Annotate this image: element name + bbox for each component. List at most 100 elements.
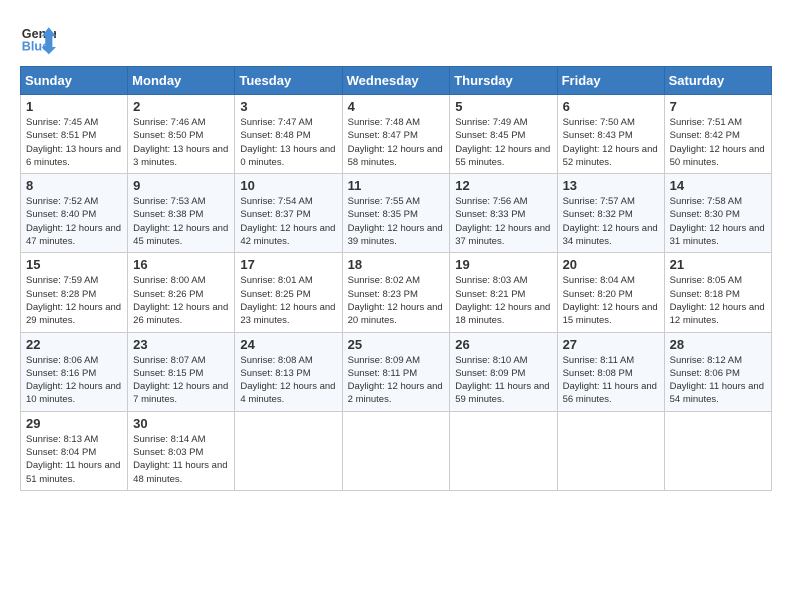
calendar-table: SundayMondayTuesdayWednesdayThursdayFrid… xyxy=(20,66,772,491)
day-number: 17 xyxy=(240,257,336,272)
day-number: 10 xyxy=(240,178,336,193)
weekday-header-sunday: Sunday xyxy=(21,67,128,95)
day-info: Sunrise: 7:50 AM Sunset: 8:43 PM Dayligh… xyxy=(563,116,659,169)
day-number: 20 xyxy=(563,257,659,272)
calendar-cell: 22 Sunrise: 8:06 AM Sunset: 8:16 PM Dayl… xyxy=(21,332,128,411)
day-number: 29 xyxy=(26,416,122,431)
day-number: 18 xyxy=(348,257,445,272)
day-info: Sunrise: 8:04 AM Sunset: 8:20 PM Dayligh… xyxy=(563,274,659,327)
day-info: Sunrise: 8:01 AM Sunset: 8:25 PM Dayligh… xyxy=(240,274,336,327)
day-info: Sunrise: 7:51 AM Sunset: 8:42 PM Dayligh… xyxy=(670,116,766,169)
weekday-header-wednesday: Wednesday xyxy=(342,67,450,95)
weekday-header-monday: Monday xyxy=(128,67,235,95)
day-info: Sunrise: 8:09 AM Sunset: 8:11 PM Dayligh… xyxy=(348,354,445,407)
calendar-cell: 4 Sunrise: 7:48 AM Sunset: 8:47 PM Dayli… xyxy=(342,95,450,174)
calendar-cell: 27 Sunrise: 8:11 AM Sunset: 8:08 PM Dayl… xyxy=(557,332,664,411)
day-number: 6 xyxy=(563,99,659,114)
calendar-cell: 8 Sunrise: 7:52 AM Sunset: 8:40 PM Dayli… xyxy=(21,174,128,253)
day-info: Sunrise: 8:13 AM Sunset: 8:04 PM Dayligh… xyxy=(26,433,122,486)
day-number: 11 xyxy=(348,178,445,193)
calendar-cell: 11 Sunrise: 7:55 AM Sunset: 8:35 PM Dayl… xyxy=(342,174,450,253)
calendar-week-1: 1 Sunrise: 7:45 AM Sunset: 8:51 PM Dayli… xyxy=(21,95,772,174)
day-info: Sunrise: 7:55 AM Sunset: 8:35 PM Dayligh… xyxy=(348,195,445,248)
day-info: Sunrise: 8:05 AM Sunset: 8:18 PM Dayligh… xyxy=(670,274,766,327)
day-number: 14 xyxy=(670,178,766,193)
day-number: 9 xyxy=(133,178,229,193)
calendar-cell xyxy=(450,411,557,490)
page-header: General Blue xyxy=(20,20,772,56)
day-number: 26 xyxy=(455,337,551,352)
calendar-cell: 26 Sunrise: 8:10 AM Sunset: 8:09 PM Dayl… xyxy=(450,332,557,411)
day-number: 24 xyxy=(240,337,336,352)
calendar-header-row: SundayMondayTuesdayWednesdayThursdayFrid… xyxy=(21,67,772,95)
calendar-cell xyxy=(342,411,450,490)
calendar-cell xyxy=(557,411,664,490)
calendar-cell: 2 Sunrise: 7:46 AM Sunset: 8:50 PM Dayli… xyxy=(128,95,235,174)
day-info: Sunrise: 8:08 AM Sunset: 8:13 PM Dayligh… xyxy=(240,354,336,407)
calendar-cell: 19 Sunrise: 8:03 AM Sunset: 8:21 PM Dayl… xyxy=(450,253,557,332)
day-number: 2 xyxy=(133,99,229,114)
day-info: Sunrise: 8:02 AM Sunset: 8:23 PM Dayligh… xyxy=(348,274,445,327)
day-info: Sunrise: 7:58 AM Sunset: 8:30 PM Dayligh… xyxy=(670,195,766,248)
day-number: 13 xyxy=(563,178,659,193)
day-number: 5 xyxy=(455,99,551,114)
calendar-week-5: 29 Sunrise: 8:13 AM Sunset: 8:04 PM Dayl… xyxy=(21,411,772,490)
weekday-header-friday: Friday xyxy=(557,67,664,95)
calendar-week-2: 8 Sunrise: 7:52 AM Sunset: 8:40 PM Dayli… xyxy=(21,174,772,253)
calendar-cell: 17 Sunrise: 8:01 AM Sunset: 8:25 PM Dayl… xyxy=(235,253,342,332)
day-number: 21 xyxy=(670,257,766,272)
day-number: 30 xyxy=(133,416,229,431)
day-info: Sunrise: 7:57 AM Sunset: 8:32 PM Dayligh… xyxy=(563,195,659,248)
calendar-cell: 15 Sunrise: 7:59 AM Sunset: 8:28 PM Dayl… xyxy=(21,253,128,332)
day-info: Sunrise: 8:10 AM Sunset: 8:09 PM Dayligh… xyxy=(455,354,551,407)
day-number: 15 xyxy=(26,257,122,272)
calendar-cell: 5 Sunrise: 7:49 AM Sunset: 8:45 PM Dayli… xyxy=(450,95,557,174)
day-number: 1 xyxy=(26,99,122,114)
day-info: Sunrise: 7:59 AM Sunset: 8:28 PM Dayligh… xyxy=(26,274,122,327)
day-info: Sunrise: 7:56 AM Sunset: 8:33 PM Dayligh… xyxy=(455,195,551,248)
logo: General Blue xyxy=(20,20,56,56)
day-info: Sunrise: 8:07 AM Sunset: 8:15 PM Dayligh… xyxy=(133,354,229,407)
calendar-cell: 28 Sunrise: 8:12 AM Sunset: 8:06 PM Dayl… xyxy=(664,332,771,411)
calendar-cell: 21 Sunrise: 8:05 AM Sunset: 8:18 PM Dayl… xyxy=(664,253,771,332)
day-info: Sunrise: 7:53 AM Sunset: 8:38 PM Dayligh… xyxy=(133,195,229,248)
day-info: Sunrise: 8:03 AM Sunset: 8:21 PM Dayligh… xyxy=(455,274,551,327)
calendar-cell: 6 Sunrise: 7:50 AM Sunset: 8:43 PM Dayli… xyxy=(557,95,664,174)
calendar-body: 1 Sunrise: 7:45 AM Sunset: 8:51 PM Dayli… xyxy=(21,95,772,491)
calendar-cell: 10 Sunrise: 7:54 AM Sunset: 8:37 PM Dayl… xyxy=(235,174,342,253)
calendar-week-4: 22 Sunrise: 8:06 AM Sunset: 8:16 PM Dayl… xyxy=(21,332,772,411)
day-info: Sunrise: 7:52 AM Sunset: 8:40 PM Dayligh… xyxy=(26,195,122,248)
calendar-cell: 14 Sunrise: 7:58 AM Sunset: 8:30 PM Dayl… xyxy=(664,174,771,253)
weekday-header-tuesday: Tuesday xyxy=(235,67,342,95)
calendar-cell: 24 Sunrise: 8:08 AM Sunset: 8:13 PM Dayl… xyxy=(235,332,342,411)
day-info: Sunrise: 8:12 AM Sunset: 8:06 PM Dayligh… xyxy=(670,354,766,407)
calendar-cell: 7 Sunrise: 7:51 AM Sunset: 8:42 PM Dayli… xyxy=(664,95,771,174)
day-info: Sunrise: 8:00 AM Sunset: 8:26 PM Dayligh… xyxy=(133,274,229,327)
weekday-header-saturday: Saturday xyxy=(664,67,771,95)
day-number: 23 xyxy=(133,337,229,352)
calendar-cell: 3 Sunrise: 7:47 AM Sunset: 8:48 PM Dayli… xyxy=(235,95,342,174)
day-number: 7 xyxy=(670,99,766,114)
calendar-cell: 9 Sunrise: 7:53 AM Sunset: 8:38 PM Dayli… xyxy=(128,174,235,253)
calendar-cell: 25 Sunrise: 8:09 AM Sunset: 8:11 PM Dayl… xyxy=(342,332,450,411)
day-number: 16 xyxy=(133,257,229,272)
day-number: 25 xyxy=(348,337,445,352)
day-number: 22 xyxy=(26,337,122,352)
calendar-cell: 1 Sunrise: 7:45 AM Sunset: 8:51 PM Dayli… xyxy=(21,95,128,174)
day-info: Sunrise: 7:47 AM Sunset: 8:48 PM Dayligh… xyxy=(240,116,336,169)
day-number: 3 xyxy=(240,99,336,114)
calendar-cell: 12 Sunrise: 7:56 AM Sunset: 8:33 PM Dayl… xyxy=(450,174,557,253)
day-number: 19 xyxy=(455,257,551,272)
weekday-header-thursday: Thursday xyxy=(450,67,557,95)
day-number: 27 xyxy=(563,337,659,352)
day-number: 28 xyxy=(670,337,766,352)
day-info: Sunrise: 8:06 AM Sunset: 8:16 PM Dayligh… xyxy=(26,354,122,407)
calendar-cell: 18 Sunrise: 8:02 AM Sunset: 8:23 PM Dayl… xyxy=(342,253,450,332)
day-number: 8 xyxy=(26,178,122,193)
calendar-cell: 20 Sunrise: 8:04 AM Sunset: 8:20 PM Dayl… xyxy=(557,253,664,332)
day-info: Sunrise: 7:46 AM Sunset: 8:50 PM Dayligh… xyxy=(133,116,229,169)
day-number: 12 xyxy=(455,178,551,193)
day-info: Sunrise: 8:14 AM Sunset: 8:03 PM Dayligh… xyxy=(133,433,229,486)
day-info: Sunrise: 7:49 AM Sunset: 8:45 PM Dayligh… xyxy=(455,116,551,169)
day-info: Sunrise: 7:45 AM Sunset: 8:51 PM Dayligh… xyxy=(26,116,122,169)
